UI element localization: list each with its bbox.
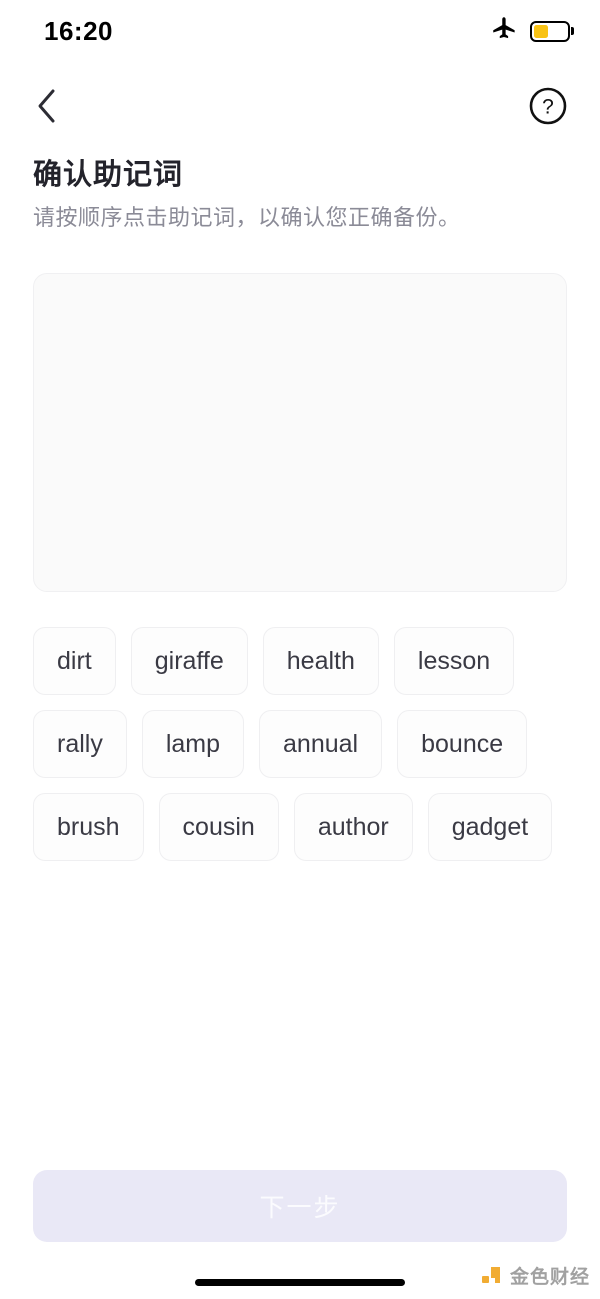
word-chip[interactable]: dirt: [33, 627, 116, 695]
status-time: 16:20: [44, 15, 113, 46]
jinse-logo-icon: [481, 1266, 500, 1283]
selected-words-area[interactable]: [33, 273, 567, 592]
home-indicator: [195, 1279, 405, 1286]
watermark-text: 金色财经: [509, 1267, 590, 1288]
word-chip[interactable]: lamp: [141, 710, 245, 778]
page-subtitle: 请按顺序点击助记词，以确认您正确备份。: [33, 205, 461, 231]
back-button[interactable]: [22, 82, 70, 130]
mnemonic-confirm-screen: 16:20 ? 确认助记词 请按顺序点击助记词，以确认您正确备份。 dirt g…: [0, 0, 600, 1299]
status-indicators: [491, 15, 570, 47]
watermark: 金色财经: [481, 1262, 590, 1289]
word-chip[interactable]: brush: [33, 793, 144, 861]
status-bar: 16:20: [0, 0, 600, 62]
airplane-mode-icon: [491, 15, 518, 47]
chevron-left-icon: [38, 89, 55, 123]
word-chip[interactable]: giraffe: [130, 627, 248, 695]
navigation-bar: ?: [0, 62, 600, 150]
word-chip[interactable]: health: [262, 627, 379, 695]
battery-icon: [530, 20, 570, 42]
word-chip[interactable]: rally: [33, 710, 127, 778]
word-chip[interactable]: gadget: [427, 793, 553, 861]
word-chip[interactable]: author: [293, 793, 413, 861]
svg-text:?: ?: [542, 96, 554, 119]
word-pool: dirt giraffe health lesson rally lamp annual bo…: [33, 627, 567, 861]
next-button[interactable]: 下一步: [33, 1170, 567, 1242]
page-title: 确认助记词: [33, 159, 184, 191]
word-chip[interactable]: annual: [259, 710, 383, 778]
help-button[interactable]: ?: [524, 82, 572, 130]
word-chip[interactable]: bounce: [397, 710, 528, 778]
word-chip[interactable]: cousin: [158, 793, 279, 861]
question-mark-circle-icon: ?: [529, 87, 567, 125]
word-chip[interactable]: lesson: [393, 627, 515, 695]
heading-block: 确认助记词 请按顺序点击助记词，以确认您正确备份。: [33, 157, 567, 233]
